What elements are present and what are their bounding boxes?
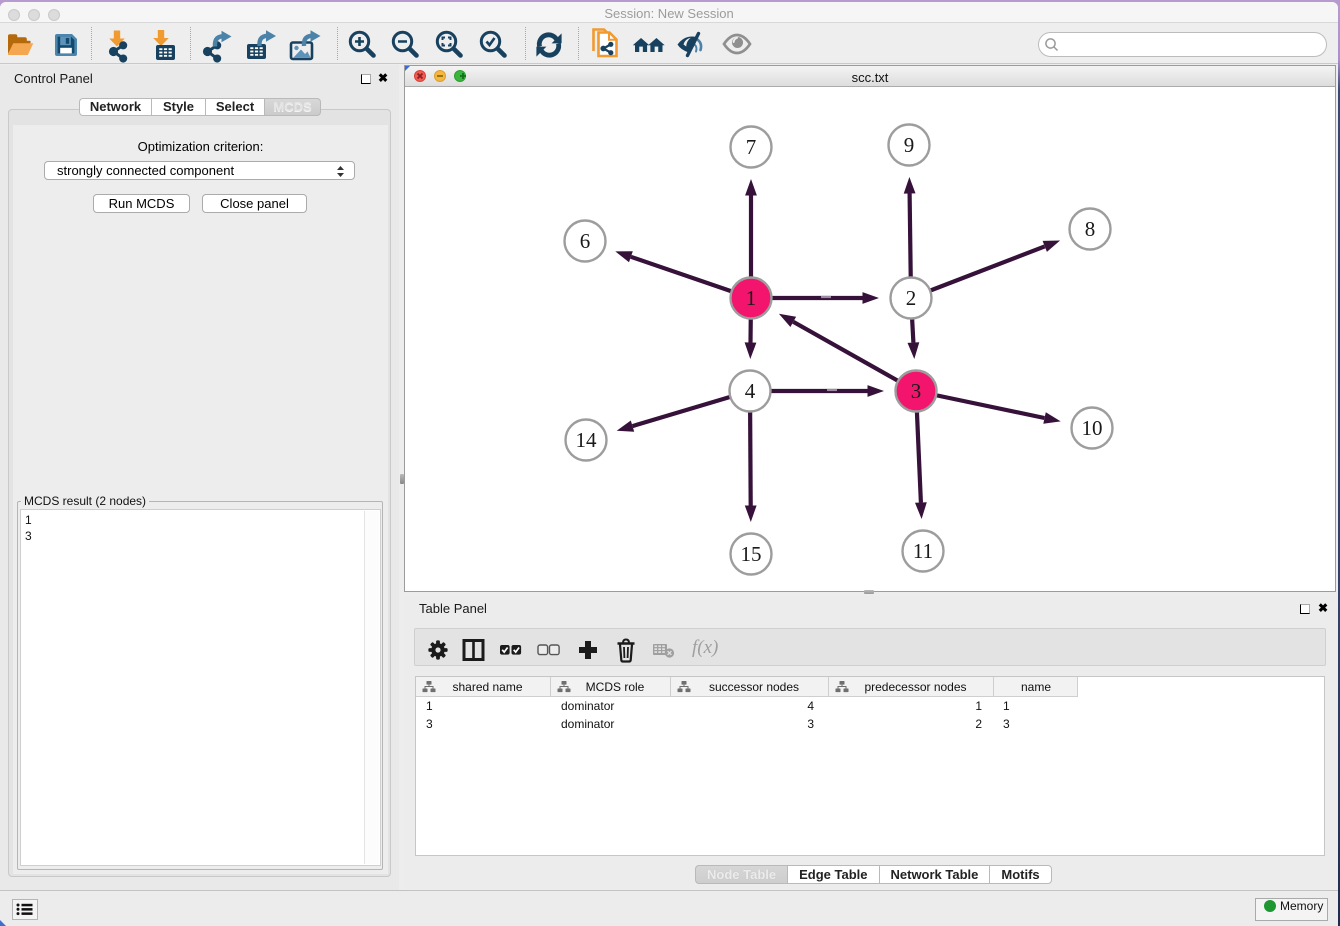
svg-text:2: 2 [906, 286, 917, 310]
svg-text:7: 7 [746, 135, 757, 159]
svg-text:6: 6 [580, 229, 591, 253]
svg-text:3: 3 [911, 379, 922, 403]
svg-text:15: 15 [741, 542, 762, 566]
svg-text:9: 9 [904, 133, 915, 157]
svg-text:11: 11 [913, 539, 933, 563]
svg-text:8: 8 [1085, 217, 1096, 241]
svg-text:14: 14 [576, 428, 598, 452]
svg-text:4: 4 [745, 379, 756, 403]
svg-text:10: 10 [1082, 416, 1103, 440]
svg-text:1: 1 [746, 286, 757, 310]
